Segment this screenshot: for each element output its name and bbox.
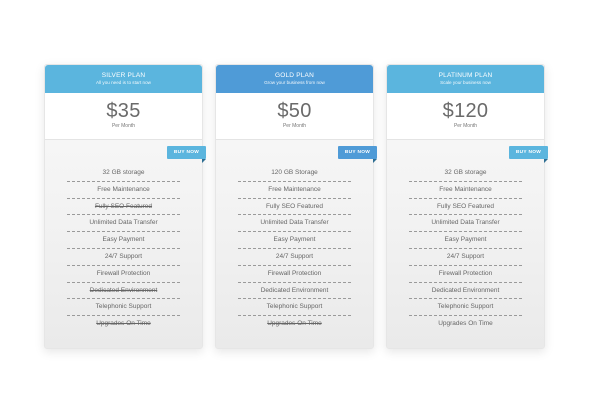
feature-item: Easy Payment xyxy=(409,232,522,249)
feature-item: Dedicated Environment xyxy=(67,283,180,300)
feature-item: Fully SEO Featured xyxy=(409,199,522,216)
feature-item: 32 GB storage xyxy=(67,165,180,182)
buy-row: BUY NOW xyxy=(387,140,548,165)
plan-tagline: All you need is to start now xyxy=(96,80,151,85)
feature-item: Telephonic Support xyxy=(238,299,351,317)
feature-item: Dedicated Environment xyxy=(238,283,351,300)
feature-item: Upgrades On Time xyxy=(96,320,151,328)
feature-item: 24/7 Support xyxy=(67,249,180,266)
feature-item: Free Maintenance xyxy=(409,182,522,199)
feature-item: Easy Payment xyxy=(67,232,180,249)
pricing-card-silver: SILVER PLAN All you need is to start now… xyxy=(44,64,206,349)
price-box: $50 Per Month xyxy=(216,93,373,140)
plan-name: GOLD PLAN xyxy=(274,72,314,79)
pricing-section: SILVER PLAN All you need is to start now… xyxy=(0,0,600,400)
buy-row: BUY NOW xyxy=(216,140,377,165)
price-box: $35 Per Month xyxy=(45,93,202,140)
plan-header: SILVER PLAN All you need is to start now xyxy=(45,65,202,93)
plan-header: PLATINUM PLAN Scale your business now xyxy=(387,65,544,93)
feature-item: Telephonic Support xyxy=(409,299,522,317)
plan-name: SILVER PLAN xyxy=(101,72,146,79)
feature-item: Upgrades On Time xyxy=(267,320,322,328)
feature-list: 32 GB storage Free Maintenance Fully SEO F… xyxy=(409,165,522,333)
feature-item: 24/7 Support xyxy=(409,249,522,266)
feature-item: Unlimited Data Transfer xyxy=(409,215,522,233)
feature-item: Telephonic Support xyxy=(67,299,180,317)
plan-tagline: Grow your business from now xyxy=(264,80,325,85)
plan-price: $50 xyxy=(277,100,312,122)
feature-item: Firewall Protection xyxy=(238,266,351,283)
feature-item: 24/7 Support xyxy=(238,249,351,266)
feature-list: 120 GB Storage Free Maintenance Fully SEO … xyxy=(238,165,351,333)
feature-item: Dedicated Environment xyxy=(409,283,522,300)
feature-list: 32 GB storage Free Maintenance Fully SEO F… xyxy=(67,165,180,333)
feature-item: Free Maintenance xyxy=(238,182,351,199)
price-period: Per Month xyxy=(282,123,307,129)
plan-name: PLATINUM PLAN xyxy=(438,72,493,79)
feature-item: Upgrades On Time xyxy=(438,320,493,328)
feature-item: Firewall Protection xyxy=(67,266,180,283)
feature-item: Unlimited Data Transfer xyxy=(238,215,351,233)
feature-item: Fully SEO Featured xyxy=(67,199,180,216)
plan-price: $120 xyxy=(442,100,489,122)
plan-header: GOLD PLAN Grow your business from now xyxy=(216,65,373,93)
pricing-card-platinum: PLATINUM PLAN Scale your business now $1… xyxy=(386,64,548,349)
feature-item: Fully SEO Featured xyxy=(238,199,351,216)
buy-now-button[interactable]: BUY NOW xyxy=(338,146,377,163)
price-period: Per Month xyxy=(111,123,136,129)
feature-item: Firewall Protection xyxy=(409,266,522,283)
plan-price: $35 xyxy=(106,100,141,122)
price-box: $120 Per Month xyxy=(387,93,544,140)
feature-item: Free Maintenance xyxy=(67,182,180,199)
feature-item: Easy Payment xyxy=(238,232,351,249)
plan-tagline: Scale your business now xyxy=(440,80,491,85)
pricing-card-gold: GOLD PLAN Grow your business from now $5… xyxy=(215,64,377,349)
feature-item: Unlimited Data Transfer xyxy=(67,215,180,233)
buy-row: BUY NOW xyxy=(45,140,206,165)
buy-now-button[interactable]: BUY NOW xyxy=(509,146,548,163)
feature-item: 32 GB storage xyxy=(409,165,522,182)
buy-now-button[interactable]: BUY NOW xyxy=(167,146,206,163)
price-period: Per Month xyxy=(453,123,478,129)
feature-item: 120 GB Storage xyxy=(238,165,351,182)
